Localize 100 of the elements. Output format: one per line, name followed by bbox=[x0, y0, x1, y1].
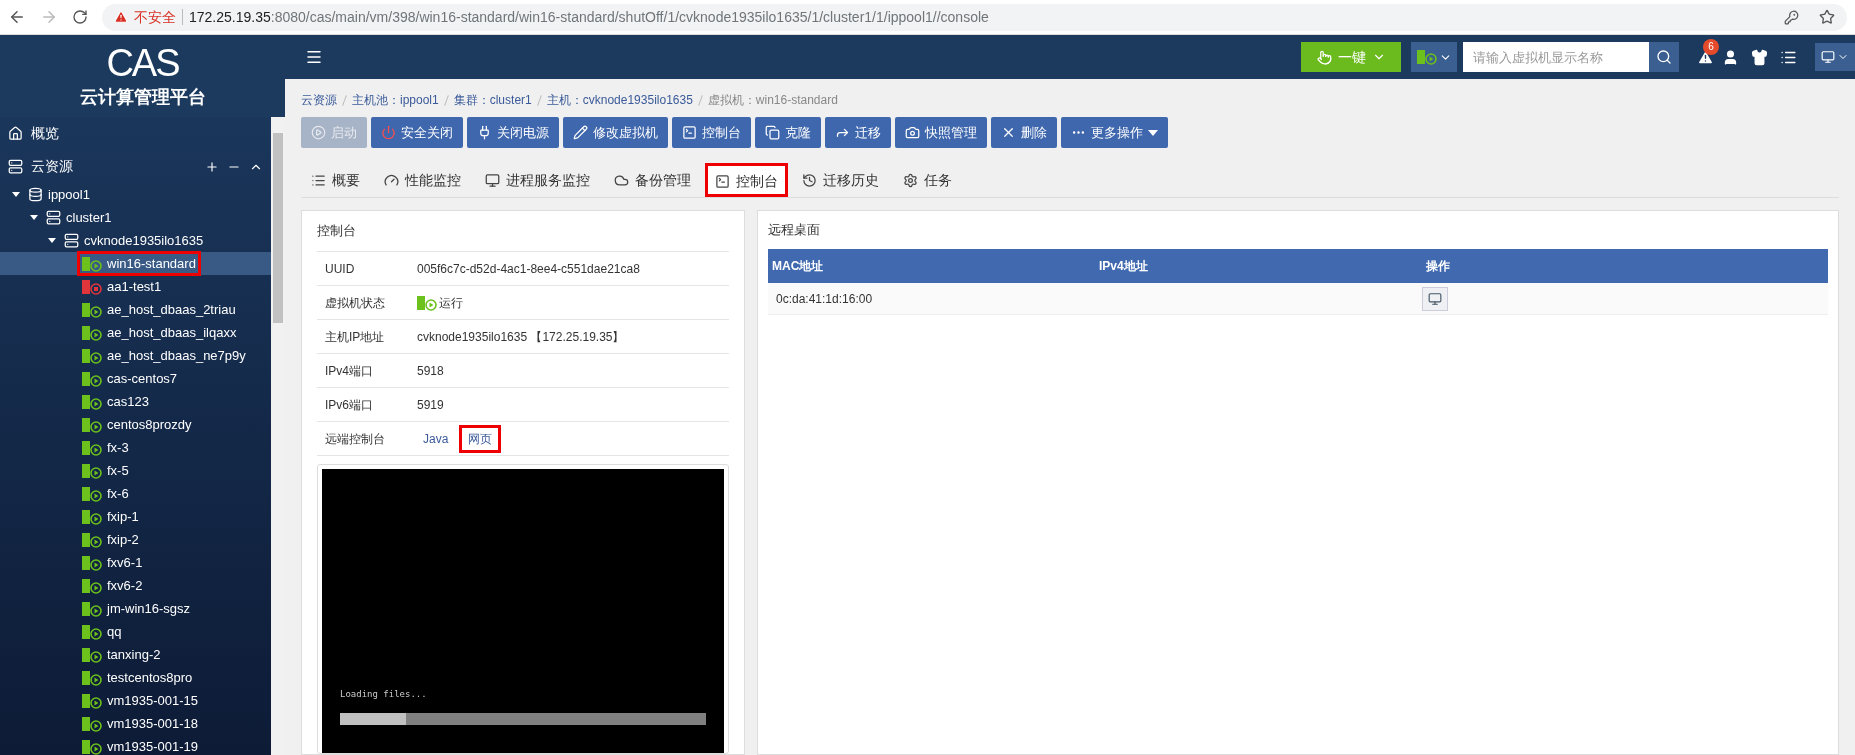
vm-filter-dropdown[interactable] bbox=[1411, 42, 1457, 72]
tab[interactable]: 任务 bbox=[893, 163, 962, 197]
tree-label: fxv6-1 bbox=[107, 553, 143, 572]
url-text: 172.25.19.35:8080/cas/main/vm/398/win16-standard/win16-standard/shutOff/1/cvknode1935ilo1635/1/cluster1/1/ippool1//console bbox=[189, 7, 989, 27]
tree-item[interactable]: fx-3 bbox=[0, 436, 271, 459]
hand-icon bbox=[1316, 49, 1332, 65]
theme-icon[interactable] bbox=[1751, 48, 1768, 66]
camera-icon bbox=[905, 125, 920, 140]
link[interactable]: Java bbox=[417, 427, 455, 450]
expand-caret-icon[interactable] bbox=[12, 192, 20, 197]
loading-message: Loading files... bbox=[340, 687, 428, 701]
bookmark-star-icon[interactable] bbox=[1819, 9, 1835, 25]
tree-item[interactable]: win16-standard bbox=[0, 252, 271, 275]
tree-item[interactable]: centos8prozdy bbox=[0, 413, 271, 436]
tree-label: qq bbox=[107, 622, 122, 641]
tree-label: cas123 bbox=[107, 392, 149, 411]
field-label: IPv6端口 bbox=[324, 396, 374, 414]
add-icon[interactable] bbox=[205, 159, 219, 174]
tree-item[interactable]: cluster1 bbox=[0, 206, 271, 229]
tree-label: fxip-1 bbox=[107, 507, 139, 526]
tree-item[interactable]: vm1935-001-19 bbox=[0, 735, 271, 755]
tree-label: vm1935-001-18 bbox=[107, 714, 199, 733]
sidebar-nav-item[interactable]: 概览 bbox=[0, 117, 271, 150]
toolbar-button[interactable]: 快照管理 bbox=[895, 117, 987, 148]
field-label: 虚拟机状态 bbox=[324, 294, 386, 312]
back-icon[interactable] bbox=[8, 8, 26, 26]
table-cell-text: 0c:da:41:1d:16:00 bbox=[775, 290, 874, 308]
tab[interactable]: 进程服务监控 bbox=[475, 163, 600, 197]
layout-dropdown[interactable] bbox=[1815, 43, 1855, 71]
pencil-icon bbox=[573, 125, 588, 140]
tree-item[interactable]: aa1-test1 bbox=[0, 275, 271, 298]
vm-search-field[interactable]: 请输入虚拟机显示名称 bbox=[1463, 42, 1649, 72]
toolbar-button[interactable]: 修改虚拟机 bbox=[563, 117, 668, 148]
scrollbar[interactable] bbox=[271, 117, 285, 755]
menu-icon[interactable] bbox=[305, 48, 323, 66]
toolbar-button[interactable]: 更多操作 bbox=[1061, 117, 1168, 148]
tree-item[interactable]: qq bbox=[0, 620, 271, 643]
tree-item[interactable]: cas-centos7 bbox=[0, 367, 271, 390]
warning-icon bbox=[114, 10, 128, 24]
tree-item[interactable]: ippool1 bbox=[0, 183, 271, 206]
column-header: MAC地址 bbox=[771, 258, 825, 275]
tree-item[interactable]: fxip-1 bbox=[0, 505, 271, 528]
search-button[interactable] bbox=[1649, 42, 1679, 72]
sidebar-nav-item[interactable]: 云资源 bbox=[0, 150, 271, 183]
tree-item[interactable]: tanxing-2 bbox=[0, 643, 271, 666]
user-icon[interactable] bbox=[1722, 48, 1739, 66]
key-icon[interactable] bbox=[1784, 9, 1799, 25]
field-label: UUID bbox=[324, 260, 356, 278]
tree-item[interactable]: cas123 bbox=[0, 390, 271, 413]
tab[interactable]: 概要 bbox=[301, 163, 370, 197]
tab[interactable]: 备份管理 bbox=[604, 163, 701, 197]
tree-item[interactable]: ae_host_dbaas_ilqaxx bbox=[0, 321, 271, 344]
tree-item[interactable]: ae_host_dbaas_ne7p9y bbox=[0, 344, 271, 367]
home-icon bbox=[8, 126, 23, 141]
address-bar[interactable]: 不安全 172.25.19.35:8080/cas/main/vm/398/win16-standard/win16-standard/shutOff/1/cvknode1935ilo1635/1/cluster1/1/ippool1//console bbox=[102, 3, 1847, 31]
tree-item[interactable]: fxv6-2 bbox=[0, 574, 271, 597]
tree-label: fx-3 bbox=[107, 438, 129, 457]
console-screen[interactable]: Loading files... bbox=[322, 469, 724, 753]
alert-count-badge: 6 bbox=[1703, 38, 1719, 55]
tab[interactable]: 控制台 bbox=[705, 163, 788, 197]
security-label: 不安全 bbox=[134, 7, 176, 27]
tree-item[interactable]: fx-5 bbox=[0, 459, 271, 482]
power-icon bbox=[381, 125, 396, 140]
toolbar-button[interactable]: 删除 bbox=[991, 117, 1057, 148]
tree-label: testcentos8pro bbox=[107, 668, 193, 687]
copy-icon bbox=[765, 125, 780, 140]
tab[interactable]: 迁移历史 bbox=[792, 163, 889, 197]
tree-item[interactable]: fxv6-1 bbox=[0, 551, 271, 574]
remote-desktop-button[interactable] bbox=[1422, 286, 1448, 311]
tree-item[interactable]: vm1935-001-15 bbox=[0, 689, 271, 712]
tree-label: vm1935-001-15 bbox=[107, 691, 199, 710]
tree-item[interactable]: testcentos8pro bbox=[0, 666, 271, 689]
tree-item[interactable]: ae_host_dbaas_2triau bbox=[0, 298, 271, 321]
logo: CAS bbox=[106, 41, 179, 84]
history-icon bbox=[802, 172, 817, 188]
tree-item[interactable]: fxip-2 bbox=[0, 528, 271, 551]
reload-icon[interactable] bbox=[72, 9, 88, 25]
toolbar-button[interactable]: 克隆 bbox=[755, 117, 821, 148]
expand-caret-icon[interactable] bbox=[30, 215, 38, 220]
tree-item[interactable]: jm-win16-sgsz bbox=[0, 597, 271, 620]
breadcrumb-item[interactable]: 主机：cvknode1935ilo1635 bbox=[546, 91, 693, 109]
breadcrumb-item[interactable]: 集群：cluster1 bbox=[453, 91, 532, 109]
breadcrumb-item[interactable]: 主机池：ippool1 bbox=[352, 91, 439, 109]
tree-item[interactable]: fx-6 bbox=[0, 482, 271, 505]
tab[interactable]: 性能监控 bbox=[374, 163, 471, 197]
terminal-icon bbox=[715, 173, 730, 189]
tree-item[interactable]: cvknode1935ilo1635 bbox=[0, 229, 271, 252]
field-value: 5919 bbox=[417, 396, 444, 414]
breadcrumb-item[interactable]: 云资源 bbox=[301, 91, 337, 109]
link[interactable]: 网页 bbox=[462, 427, 499, 450]
toolbar-button[interactable]: 关闭电源 bbox=[467, 117, 559, 148]
expand-caret-icon[interactable] bbox=[48, 238, 56, 243]
column-header: IPv4地址 bbox=[1098, 258, 1149, 275]
tree-label: ae_host_dbaas_ne7p9y bbox=[107, 346, 246, 365]
toolbar-button[interactable]: 安全关闭 bbox=[371, 117, 463, 148]
toolbar-button[interactable]: 迁移 bbox=[825, 117, 891, 148]
nav-label: 云资源 bbox=[31, 157, 74, 176]
toolbar-button[interactable]: 控制台 bbox=[672, 117, 751, 148]
tree-item[interactable]: vm1935-001-18 bbox=[0, 712, 271, 735]
field-value: 5918 bbox=[417, 362, 444, 380]
